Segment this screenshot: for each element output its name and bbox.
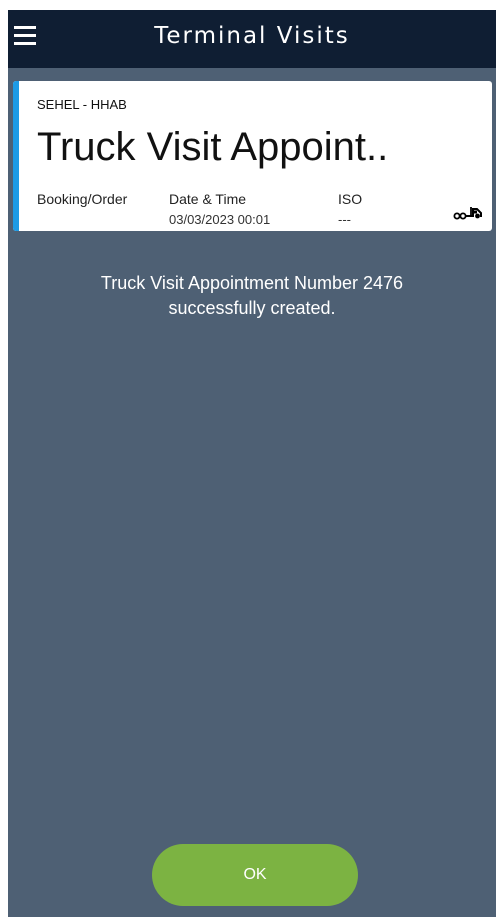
- card-accent-bar: [13, 81, 19, 231]
- app-bar: Terminal Visits: [8, 10, 496, 68]
- success-message: Truck Visit Appointment Number 2476 succ…: [28, 271, 476, 321]
- card-title: Truck Visit Appoint..: [37, 125, 389, 169]
- appointment-card[interactable]: SEHEL - HHAB Truck Visit Appoint.. Booki…: [13, 81, 492, 231]
- booking-order-label: Booking/Order: [37, 191, 128, 207]
- iso-value: ---: [338, 212, 351, 227]
- card-subtitle: SEHEL - HHAB: [37, 97, 127, 112]
- success-message-line-1: Truck Visit Appointment Number 2476: [100, 273, 404, 293]
- date-time-value: 03/03/2023 00:01: [169, 212, 271, 227]
- success-message-line-2: successfully created.: [168, 298, 336, 318]
- iso-label: ISO: [338, 191, 363, 207]
- truck-icon: [453, 207, 482, 220]
- date-time-label: Date & Time: [169, 191, 247, 207]
- page-title: Terminal Visits: [154, 23, 350, 49]
- app-screen: Terminal Visits SEHEL - HHAB Truck Visit…: [8, 10, 496, 917]
- ok-button[interactable]: OK: [152, 844, 358, 906]
